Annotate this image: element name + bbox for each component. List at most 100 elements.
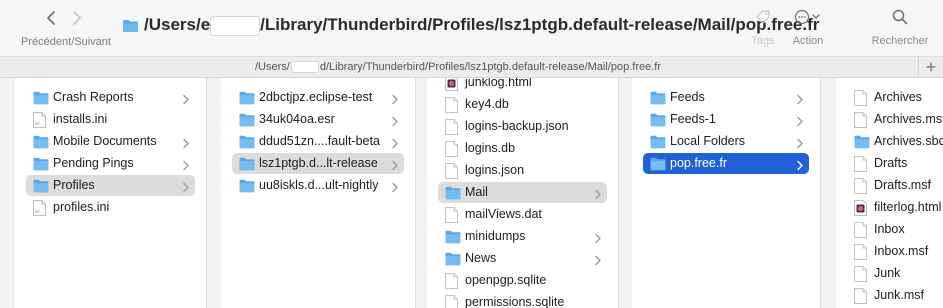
chevron-right-icon <box>182 136 190 149</box>
more-circle-icon <box>794 9 820 25</box>
list-item[interactable]: key4.db <box>438 94 607 115</box>
list-item[interactable]: Drafts <box>847 153 943 174</box>
html-file-icon <box>854 200 870 216</box>
forward-button[interactable] <box>72 10 92 34</box>
tag-icon <box>756 10 770 24</box>
list-item[interactable]: Pending Pings <box>26 153 195 174</box>
chevron-right-icon <box>594 253 602 266</box>
folder-icon <box>123 20 138 32</box>
list-item[interactable]: News <box>438 248 607 269</box>
item-label: openpgp.sqlite <box>465 273 547 287</box>
item-label: logins.json <box>465 163 525 177</box>
column-divider[interactable] <box>206 78 207 308</box>
chevron-right-icon <box>594 187 602 200</box>
redacted-username <box>210 16 261 37</box>
item-label: News <box>465 251 497 265</box>
list-item[interactable]: filterlog.html <box>847 197 943 218</box>
chevron-right-icon <box>182 158 190 171</box>
list-item[interactable]: Junk.msf <box>847 285 943 306</box>
action-button[interactable]: Action <box>782 8 834 47</box>
item-label: uu8iskls.d...ult-nightly <box>259 178 379 192</box>
list-item[interactable]: permissions.sqlite <box>438 292 607 308</box>
list-item[interactable]: lsz1ptgb.d...lt-release <box>232 153 404 174</box>
list-item[interactable]: Feeds <box>643 87 809 108</box>
folder-icon <box>445 229 461 245</box>
list-item[interactable]: logins.db <box>438 138 607 159</box>
item-label: filterlog.html <box>874 200 942 214</box>
list-item[interactable]: Archives.sbd <box>847 131 943 152</box>
folder-icon <box>239 112 255 128</box>
item-label: Archives.sbd <box>874 134 943 148</box>
add-tab-button[interactable]: + <box>918 57 943 78</box>
toolbar: Précédent/Suivant /Users/e/Library/Thund… <box>0 0 943 56</box>
item-label: 2dbctjpz.eclipse-test <box>259 90 373 104</box>
file-icon <box>445 119 461 135</box>
file-icon <box>445 97 461 113</box>
list-item[interactable]: minidumps <box>438 226 607 247</box>
list-item[interactable]: ddud51zn....fault-beta <box>232 131 404 152</box>
file-icon <box>854 156 870 172</box>
list-item[interactable]: Local Folders <box>643 131 809 152</box>
list-item[interactable]: mailViews.dat <box>438 204 607 225</box>
svg-text:ini: ini <box>35 121 40 126</box>
list-item[interactable]: Inbox.msf <box>847 241 943 262</box>
search-button[interactable]: Rechercher <box>862 8 938 47</box>
list-item[interactable]: logins-backup.json <box>438 116 607 137</box>
list-item[interactable]: Crash Reports <box>26 87 195 108</box>
title-prefix: /Users/e <box>144 15 211 34</box>
item-label: lsz1ptgb.d...lt-release <box>259 156 378 170</box>
folder-icon <box>239 90 255 106</box>
list-item[interactable]: pop.free.fr <box>643 153 809 174</box>
list-item[interactable]: Profiles <box>26 175 195 196</box>
tags-button[interactable]: Tags <box>746 8 780 47</box>
column-4: Feeds Feeds-1 Local Folders pop.free.fr <box>632 78 820 308</box>
column-divider[interactable] <box>415 78 416 308</box>
column-3: junklog.html key4.db logins-backup.json log… <box>427 78 618 308</box>
list-item[interactable]: openpgp.sqlite <box>438 270 607 291</box>
column-browser: Crash Reports ini installs.ini Mobile Docum… <box>0 78 943 308</box>
list-item[interactable]: Junk <box>847 263 943 284</box>
item-label: Inbox.msf <box>874 244 929 258</box>
list-item[interactable]: 34uk04oa.esr <box>232 109 404 130</box>
column-divider[interactable] <box>820 78 821 308</box>
folder-icon <box>650 112 666 128</box>
chevron-right-icon <box>796 92 804 105</box>
list-item[interactable]: Mail <box>438 182 607 203</box>
list-item[interactable]: Mobile Documents <box>26 131 195 152</box>
file-icon <box>445 163 461 179</box>
list-item[interactable]: Feeds-1 <box>643 109 809 130</box>
list-item[interactable]: Drafts.msf <box>847 175 943 196</box>
back-button[interactable] <box>46 10 66 34</box>
item-label: pop.free.fr <box>670 156 727 170</box>
path-text: /Users/d/Library/Thunderbird/Profiles/ls… <box>255 61 662 74</box>
list-item[interactable]: junklog.html <box>438 78 607 93</box>
item-label: Inbox <box>874 222 905 236</box>
action-label: Action <box>792 35 824 47</box>
search-label: Rechercher <box>871 35 929 47</box>
item-label: logins-backup.json <box>465 119 569 133</box>
item-label: Junk <box>874 266 901 280</box>
file-icon <box>445 295 461 308</box>
list-item[interactable]: ini installs.ini <box>26 109 195 130</box>
file-icon <box>854 266 870 282</box>
list-item[interactable]: uu8iskls.d...ult-nightly <box>232 175 404 196</box>
chevron-right-icon <box>391 158 399 171</box>
list-item[interactable]: Archives <box>847 87 943 108</box>
list-item[interactable]: ini profiles.ini <box>26 197 195 218</box>
list-item[interactable]: 2dbctjpz.eclipse-test <box>232 87 404 108</box>
item-label: Local Folders <box>670 134 746 148</box>
item-label: installs.ini <box>53 112 108 126</box>
item-label: permissions.sqlite <box>465 295 565 308</box>
path-suffix: d/Library/Thunderbird/Profiles/lsz1ptgb.… <box>319 61 662 73</box>
list-item[interactable]: Archives.msf <box>847 109 943 130</box>
list-item[interactable]: Inbox <box>847 219 943 240</box>
file-icon <box>445 207 461 223</box>
file-icon <box>854 178 870 194</box>
list-item[interactable]: logins.json <box>438 160 607 181</box>
column-divider[interactable] <box>618 78 619 308</box>
folder-icon <box>445 251 461 267</box>
path-prefix: /Users/ <box>255 61 290 73</box>
column-5: Archives Archives.msf Archives.sbd Drafts Dr… <box>836 78 943 308</box>
folder-icon <box>33 90 49 106</box>
ini-file-icon: ini <box>33 112 49 128</box>
